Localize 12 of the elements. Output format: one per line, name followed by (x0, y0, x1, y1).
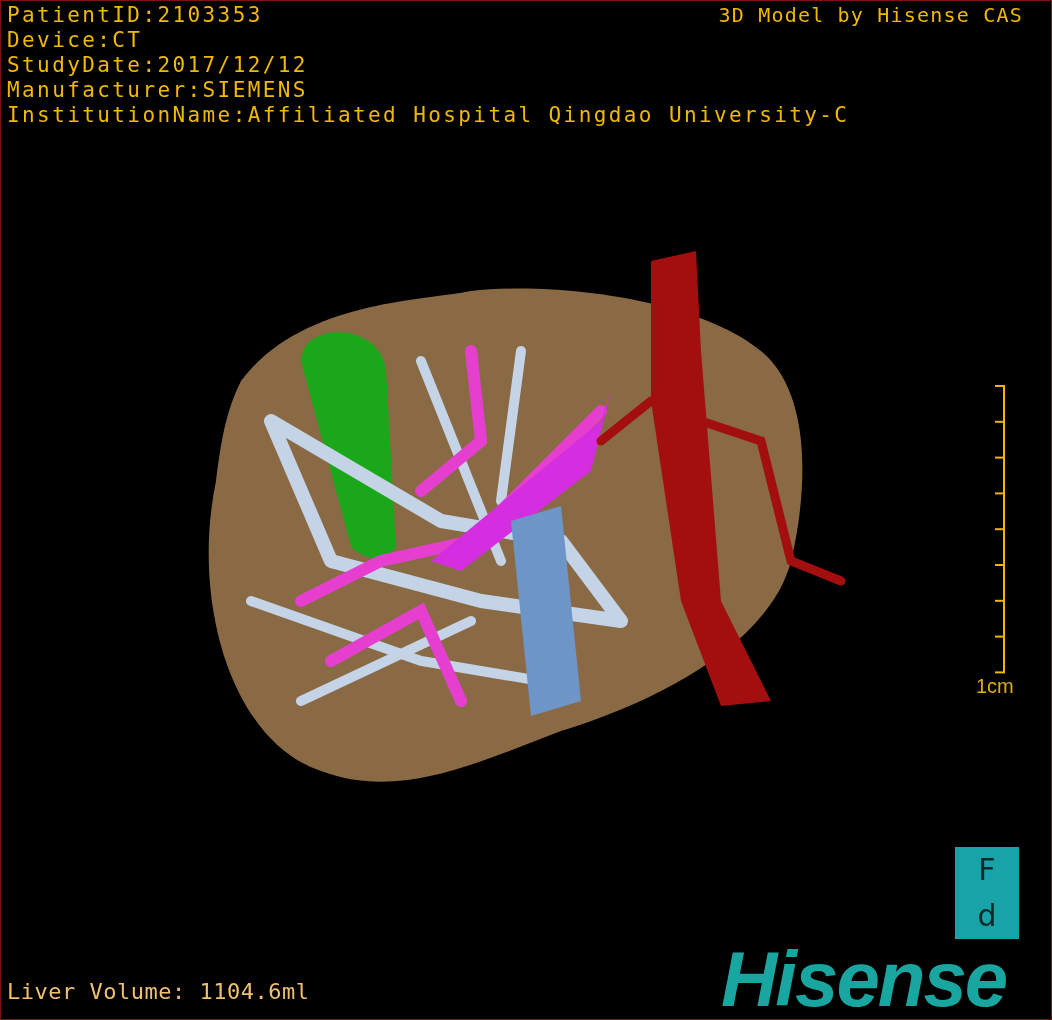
liver-volume-text: Liver Volume: 1104.6ml (7, 978, 310, 1006)
scale-label: 1cm (976, 675, 1014, 698)
study-info-text: Manufacturer:SIEMENS (7, 78, 308, 103)
study-info-text: InstitutionName:Affiliated Hospital Qingdao University-C (7, 103, 850, 128)
brand-logo: Hisense (721, 937, 1007, 1019)
orientation-marker[interactable]: F d (955, 847, 1019, 939)
study-info-text: StudyDate:2017/12/12 (7, 53, 308, 78)
orientation-letter: d (977, 900, 997, 932)
study-info-text: PatientID:2103353 (7, 3, 263, 28)
viewer-title: 3D Model by Hisense CAS (718, 3, 1023, 28)
orientation-letter: F (978, 854, 996, 886)
study-info-text: Device:CT (7, 28, 143, 53)
